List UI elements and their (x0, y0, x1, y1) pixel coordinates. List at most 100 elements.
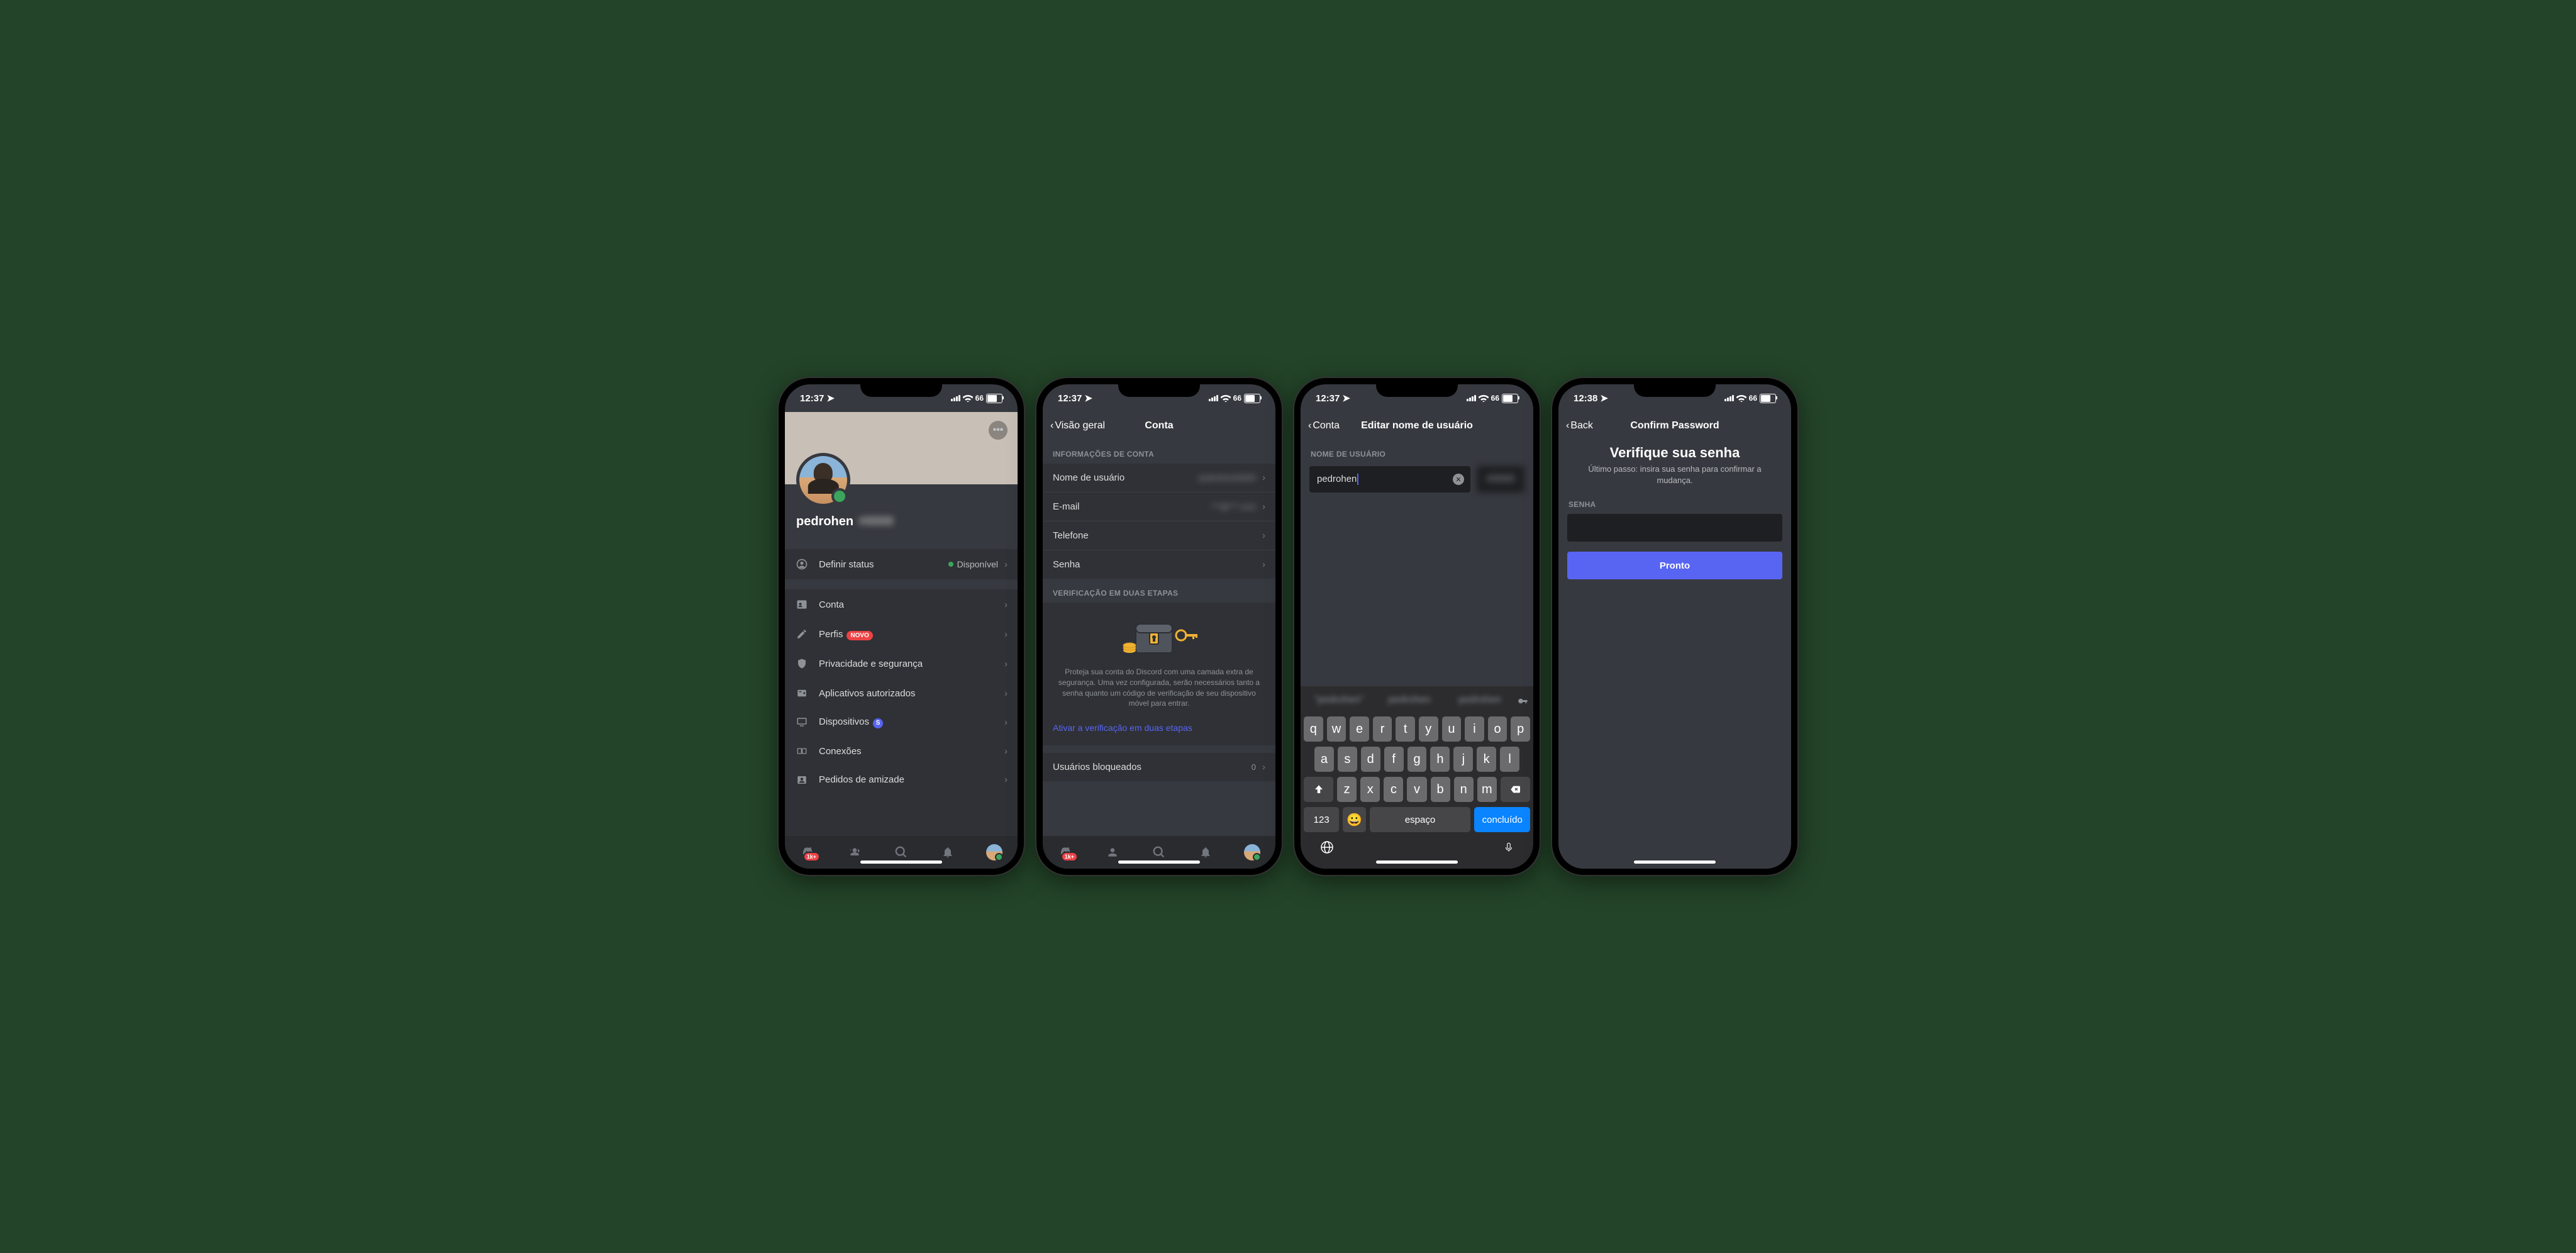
notification-badge: 1k+ (803, 852, 820, 862)
account-row[interactable]: Conta › (785, 589, 1018, 620)
submit-button[interactable]: Pronto (1567, 552, 1782, 579)
key-x[interactable]: x (1360, 777, 1380, 802)
key-e[interactable]: e (1350, 716, 1369, 742)
key-w[interactable]: w (1327, 716, 1346, 742)
signal-icon (951, 395, 960, 401)
email-row[interactable]: E-mail ***@***.com › (1043, 493, 1275, 521)
password-key-icon[interactable] (1517, 694, 1528, 706)
back-button[interactable]: ‹ Conta (1308, 420, 1340, 432)
key-i[interactable]: i (1465, 716, 1484, 742)
key-a[interactable]: a (1314, 747, 1334, 772)
home-indicator[interactable] (1376, 860, 1458, 864)
suggestion[interactable]: "pedrohen" (1306, 694, 1372, 706)
back-button[interactable]: ‹ Back (1566, 420, 1593, 432)
numbers-key[interactable]: 123 (1304, 807, 1339, 832)
key-c[interactable]: c (1384, 777, 1403, 802)
battery-icon (986, 394, 1002, 403)
wifi-icon (1479, 395, 1489, 402)
key-f[interactable]: f (1384, 747, 1404, 772)
done-key[interactable]: concluído (1474, 807, 1530, 832)
battery-icon (1760, 394, 1776, 403)
key-g[interactable]: g (1407, 747, 1427, 772)
tab-friends[interactable] (847, 844, 863, 860)
clear-button[interactable]: ✕ (1453, 474, 1464, 485)
password-input[interactable] (1567, 514, 1782, 542)
key-u[interactable]: u (1442, 716, 1462, 742)
tab-notifications[interactable] (940, 844, 956, 860)
battery-pct: 66 (1233, 394, 1241, 403)
twofa-description: Proteja sua conta do Discord com uma cam… (1053, 667, 1265, 709)
key-m[interactable]: m (1477, 777, 1497, 802)
privacy-row[interactable]: Privacidade e segurança › (785, 649, 1018, 679)
connections-row[interactable]: Conexões › (785, 737, 1018, 766)
tab-bar: 1k+ (785, 836, 1018, 869)
blocked-users-row[interactable]: Usuários bloqueados 0 › (1043, 753, 1275, 781)
location-icon: ➤ (826, 393, 835, 404)
tab-friends[interactable] (1104, 844, 1121, 860)
privacy-label: Privacidade e segurança (819, 659, 1004, 669)
home-indicator[interactable] (1118, 860, 1200, 864)
key-p[interactable]: p (1511, 716, 1530, 742)
discriminator-input[interactable]: #0000 (1477, 466, 1524, 493)
tab-search[interactable] (1151, 844, 1167, 860)
tab-profile[interactable] (1244, 844, 1260, 860)
set-status-row[interactable]: Definir status Disponível › (785, 549, 1018, 579)
back-button[interactable]: ‹ Visão geral (1050, 420, 1105, 432)
mic-icon[interactable] (1503, 840, 1514, 855)
key-s[interactable]: s (1338, 747, 1357, 772)
key-b[interactable]: b (1431, 777, 1450, 802)
username-text: pedrohen (796, 515, 853, 529)
key-y[interactable]: y (1419, 716, 1438, 742)
avatar[interactable] (796, 453, 850, 507)
key-l[interactable]: l (1500, 747, 1519, 772)
backspace-key[interactable] (1501, 777, 1530, 802)
chevron-left-icon: ‹ (1050, 420, 1053, 432)
twofa-panel: Proteja sua conta do Discord com uma cam… (1043, 603, 1275, 745)
authorized-apps-row[interactable]: Aplicativos autorizados › (785, 679, 1018, 708)
password-row[interactable]: Senha › (1043, 550, 1275, 579)
row-label: Usuários bloqueados (1053, 762, 1252, 772)
profiles-row[interactable]: PerfisNOVO › (785, 620, 1018, 649)
more-button[interactable]: ••• (989, 421, 1008, 440)
tab-discord[interactable]: 1k+ (800, 844, 816, 860)
key-v[interactable]: v (1407, 777, 1426, 802)
page-title: Conta (1145, 420, 1173, 432)
row-label: Telefone (1053, 530, 1262, 541)
suggestion[interactable]: pedrohen (1446, 694, 1513, 706)
username-row[interactable]: Nome de usuário pedrohen#0000 › (1043, 464, 1275, 493)
enable-2fa-link[interactable]: Ativar a verificação em duas etapas (1053, 718, 1265, 735)
key-n[interactable]: n (1454, 777, 1474, 802)
discriminator: #0000 (858, 515, 894, 529)
devices-row[interactable]: DispositivosS › (785, 708, 1018, 737)
status-time: 12:37 (800, 393, 824, 404)
key-z[interactable]: z (1337, 777, 1357, 802)
key-q[interactable]: q (1304, 716, 1323, 742)
tab-search[interactable] (893, 844, 909, 860)
emoji-key[interactable]: 😀 (1343, 807, 1365, 832)
chevron-right-icon: › (1262, 530, 1265, 541)
key-k[interactable]: k (1477, 747, 1496, 772)
chevron-right-icon: › (1004, 688, 1008, 699)
suggestion[interactable]: pedrohen (1376, 694, 1443, 706)
tab-notifications[interactable] (1197, 844, 1214, 860)
phone-row[interactable]: Telefone › (1043, 521, 1275, 550)
key-r[interactable]: r (1373, 716, 1392, 742)
key-o[interactable]: o (1488, 716, 1507, 742)
globe-icon[interactable] (1319, 840, 1335, 855)
key-h[interactable]: h (1430, 747, 1450, 772)
battery-icon (1244, 394, 1260, 403)
battery-pct: 66 (1749, 394, 1757, 403)
key-j[interactable]: j (1453, 747, 1473, 772)
home-indicator[interactable] (1634, 860, 1716, 864)
row-value: ***@***.com (1211, 502, 1256, 511)
key-t[interactable]: t (1396, 716, 1415, 742)
shift-key[interactable] (1304, 777, 1333, 802)
friend-requests-row[interactable]: Pedidos de amizade › (785, 766, 1018, 794)
tab-profile[interactable] (986, 844, 1002, 860)
key-d[interactable]: d (1361, 747, 1380, 772)
space-key[interactable]: espaço (1370, 807, 1471, 832)
tab-discord[interactable]: 1k+ (1058, 844, 1074, 860)
home-indicator[interactable] (860, 860, 942, 864)
username-input[interactable]: pedrohen ✕ (1309, 466, 1470, 493)
wifi-icon (1736, 395, 1746, 402)
